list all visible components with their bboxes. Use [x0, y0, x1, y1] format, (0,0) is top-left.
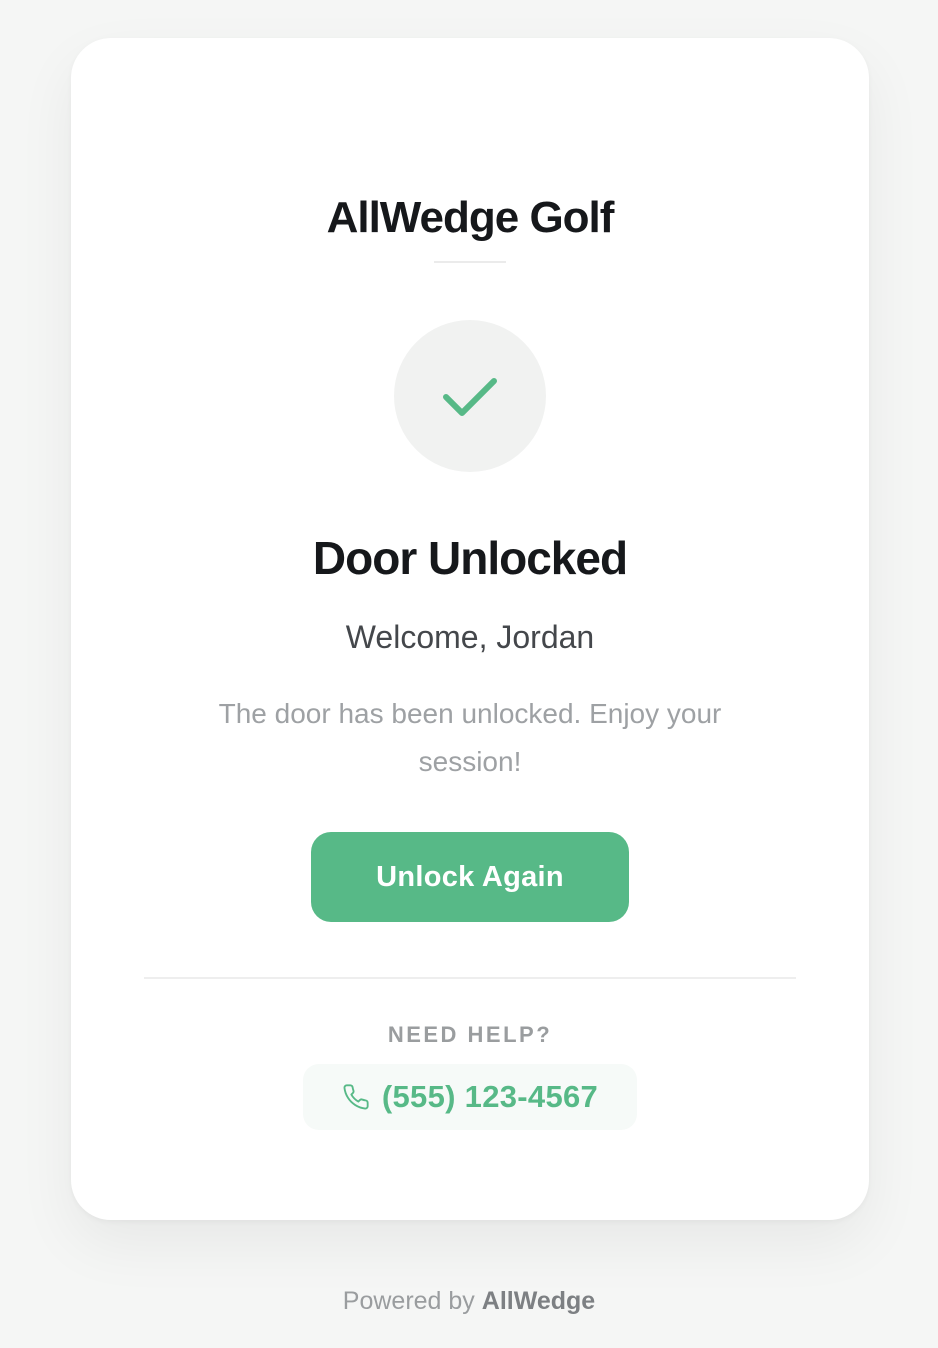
footer-brand: AllWedge — [481, 1287, 596, 1315]
phone-number: (555) 123-4567 — [381, 1079, 599, 1114]
unlock-again-button[interactable]: Unlock Again — [311, 832, 629, 922]
brand-title: AllWedge Golf — [326, 193, 615, 242]
footer-prefix: Powered by — [342, 1287, 475, 1315]
section-divider — [144, 977, 796, 979]
welcome-text: Welcome, Jordan — [345, 619, 595, 655]
page: AllWedge Golf Door Unlocked Welcome, Jor… — [0, 0, 938, 1348]
phone-link[interactable]: (555) 123-4567 — [303, 1064, 637, 1130]
help-label: NEED HELP? — [387, 1022, 553, 1047]
check-icon — [443, 378, 497, 416]
brand-divider — [434, 261, 506, 263]
status-message: The door has been unlocked. Enjoy your s… — [218, 698, 722, 777]
footer: Powered by AllWedge — [0, 1283, 938, 1319]
phone-icon — [342, 1083, 370, 1111]
unlock-card: AllWedge Golf Door Unlocked Welcome, Jor… — [71, 38, 869, 1220]
status-title: Door Unlocked — [312, 532, 628, 584]
status-badge — [394, 320, 546, 472]
